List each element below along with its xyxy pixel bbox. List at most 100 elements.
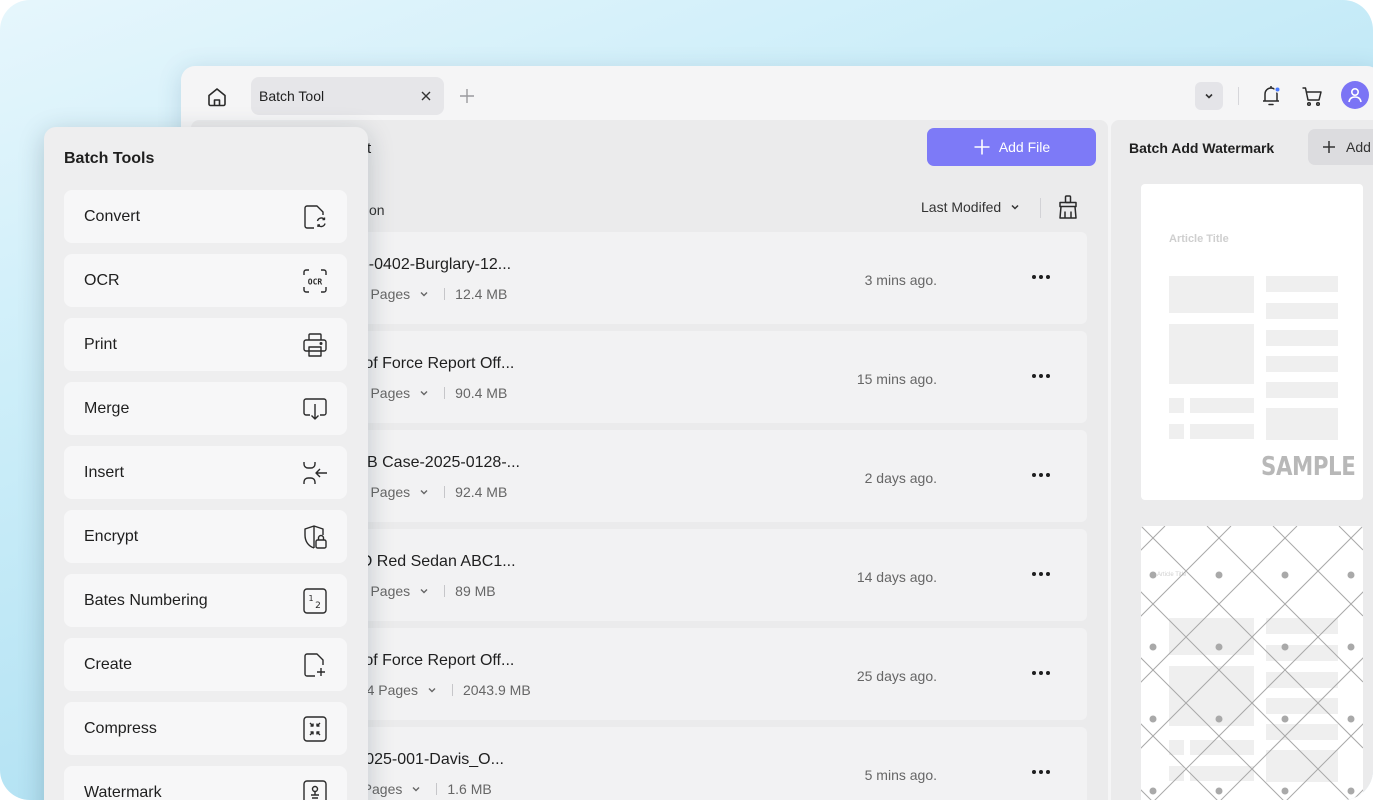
preview-article-title: Article Title	[1169, 233, 1229, 245]
file-name: CIB Case-2025-0128-...	[351, 454, 520, 471]
placeholder-block	[1266, 408, 1338, 440]
tool-label: Insert	[84, 464, 125, 481]
diamond-pattern-watermark	[1141, 526, 1363, 800]
convert-icon	[301, 203, 329, 231]
bates-numbering-icon: 1 2	[301, 587, 329, 615]
tool-label: OCR	[84, 272, 120, 289]
create-icon	[301, 651, 329, 679]
chevron-down-icon[interactable]	[418, 585, 430, 597]
encrypt-icon	[301, 523, 329, 551]
chevron-down-icon[interactable]	[418, 288, 430, 300]
tab-label: Batch Tool	[259, 88, 325, 104]
more-options-icon[interactable]	[1029, 365, 1053, 387]
svg-text:1: 1	[308, 594, 313, 603]
clear-list-broom-icon[interactable]	[1055, 193, 1081, 221]
chevron-down-icon[interactable]	[418, 486, 430, 498]
chevron-down-icon[interactable]	[418, 387, 430, 399]
file-meta: 64 Pages 89 MB	[351, 583, 496, 599]
cart-icon[interactable]	[1298, 81, 1326, 111]
file-size: 2043.9 MB	[462, 682, 531, 698]
file-meta: 234 Pages 2043.9 MB	[351, 682, 531, 698]
toolbar-divider	[1238, 87, 1239, 105]
tool-compress[interactable]: Compress	[64, 702, 347, 755]
more-options-icon[interactable]	[1029, 761, 1053, 783]
file-size: 92.4 MB	[455, 484, 508, 500]
chevron-down-icon[interactable]	[1195, 82, 1223, 110]
watermark-panel-title: Batch Add Watermark	[1129, 140, 1275, 156]
tool-label: Compress	[84, 720, 157, 737]
home-icon[interactable]	[203, 83, 231, 111]
tool-bates-numbering[interactable]: Bates Numbering 1 2	[64, 574, 347, 627]
file-size: 12.4 MB	[455, 286, 508, 302]
file-name: e of Force Report Off...	[351, 355, 515, 372]
placeholder-block	[1169, 276, 1254, 313]
file-meta: 29 Pages 90.4 MB	[351, 385, 507, 401]
tool-label: Watermark	[84, 784, 162, 800]
close-icon[interactable]	[418, 88, 434, 104]
placeholder-block	[1266, 330, 1338, 346]
new-tab-plus-icon[interactable]	[458, 87, 476, 105]
file-modified-time: 14 days ago.	[856, 569, 937, 585]
file-name: e of Force Report Off...	[351, 652, 515, 669]
watermark-sample-text: SAMPLE	[1261, 452, 1356, 482]
divider	[444, 288, 446, 300]
avatar[interactable]	[1341, 81, 1369, 109]
divider	[1040, 198, 1041, 218]
svg-text:OCR: OCR	[308, 278, 323, 287]
file-modified-time: 5 mins ago.	[864, 767, 937, 783]
tool-watermark[interactable]: Watermark	[64, 766, 347, 800]
file-meta: 2 Pages 1.6 MB	[351, 781, 492, 797]
chevron-down-icon[interactable]	[426, 684, 438, 696]
tool-print[interactable]: Print	[64, 318, 347, 371]
tool-create[interactable]: Create	[64, 638, 347, 691]
file-meta: 56 Pages 92.4 MB	[351, 484, 507, 500]
sort-dropdown[interactable]: Last Modifed	[921, 199, 1021, 215]
tool-insert[interactable]: Insert	[64, 446, 347, 499]
placeholder-block	[1266, 382, 1338, 398]
placeholder-block	[1169, 398, 1184, 413]
file-name: 25-0402-Burglary-12...	[351, 256, 512, 273]
batch-tools-panel: Batch Tools Convert OCR OCR Print Merge …	[44, 127, 368, 800]
file-modified-time: 3 mins ago.	[864, 272, 937, 288]
add-watermark-button[interactable]: Add	[1308, 129, 1373, 165]
title-bar: Batch Tool	[181, 66, 1373, 120]
tool-label: Print	[84, 336, 117, 353]
tool-label: Create	[84, 656, 133, 673]
file-name: LO Red Sedan ABC1...	[351, 553, 516, 570]
file-size: 1.6 MB	[447, 781, 492, 797]
tool-merge[interactable]: Merge	[64, 382, 347, 435]
tab-batch-tool[interactable]: Batch Tool	[251, 77, 444, 115]
file-modified-time: 2 days ago.	[864, 470, 937, 486]
insert-icon	[301, 459, 329, 487]
merge-icon	[301, 395, 329, 423]
more-options-icon[interactable]	[1029, 464, 1053, 486]
print-icon	[301, 331, 329, 359]
divider	[436, 783, 438, 795]
more-options-icon[interactable]	[1029, 563, 1053, 585]
tool-label: Merge	[84, 400, 130, 417]
divider	[444, 585, 446, 597]
bell-icon[interactable]	[1257, 81, 1285, 111]
tool-ocr[interactable]: OCR OCR	[64, 254, 347, 307]
divider	[444, 387, 446, 399]
tool-label: Convert	[84, 208, 141, 225]
placeholder-block	[1266, 303, 1338, 319]
more-options-icon[interactable]	[1029, 662, 1053, 684]
column-header-name: on	[369, 202, 385, 218]
svg-text:2: 2	[315, 601, 321, 611]
tool-label: Bates Numbering	[84, 592, 208, 609]
placeholder-block	[1169, 424, 1184, 439]
file-meta: 24 Pages 12.4 MB	[351, 286, 507, 302]
sort-label: Last Modifed	[921, 199, 1002, 215]
watermark-template-text[interactable]: Article Title SAMPLE	[1141, 184, 1363, 500]
chevron-down-icon[interactable]	[410, 783, 422, 795]
more-options-icon[interactable]	[1029, 266, 1053, 288]
file-modified-time: 15 mins ago.	[856, 371, 937, 387]
placeholder-block	[1266, 356, 1338, 372]
chevron-down-icon	[1011, 204, 1019, 210]
file-size: 90.4 MB	[455, 385, 508, 401]
add-file-button[interactable]: Add File	[927, 128, 1096, 166]
tool-convert[interactable]: Convert	[64, 190, 347, 243]
watermark-template-pattern[interactable]: Article Title	[1141, 526, 1363, 800]
tool-encrypt[interactable]: Encrypt	[64, 510, 347, 563]
